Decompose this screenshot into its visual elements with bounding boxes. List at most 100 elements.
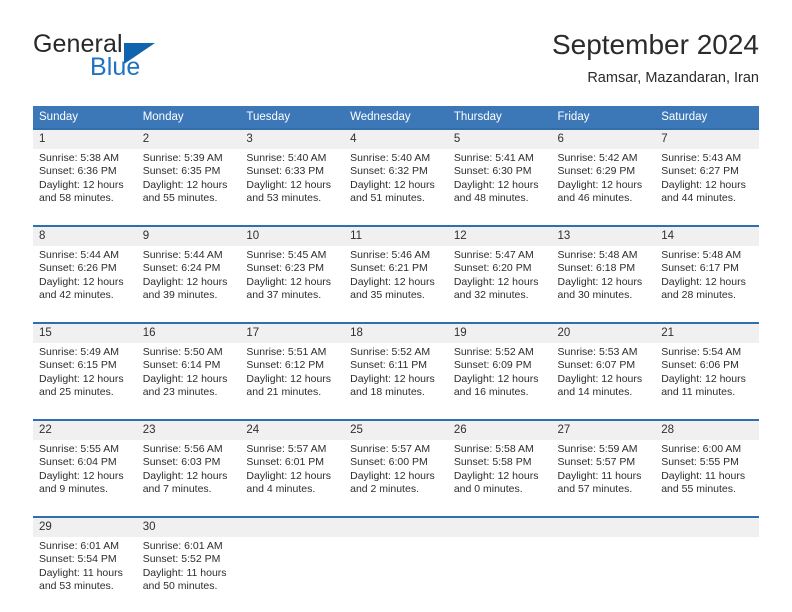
day-cell[interactable]: Sunrise: 5:46 AM Sunset: 6:21 PM Dayligh… xyxy=(344,246,448,313)
day-number: 13 xyxy=(551,225,656,246)
day-cell[interactable]: Sunrise: 5:49 AM Sunset: 6:15 PM Dayligh… xyxy=(33,343,137,410)
day-cell[interactable]: Sunrise: 5:44 AM Sunset: 6:24 PM Dayligh… xyxy=(136,246,241,313)
daylight-text-cont: and 7 minutes. xyxy=(142,483,212,496)
day-number-empty xyxy=(551,516,656,537)
week-1-details: Sunrise: 5:38 AM Sunset: 6:36 PM Dayligh… xyxy=(33,149,759,216)
daylight-text: Daylight: 11 hours xyxy=(142,566,227,579)
day-cell[interactable]: Sunrise: 6:01 AM Sunset: 5:54 PM Dayligh… xyxy=(33,537,137,604)
daylight-text: Daylight: 12 hours xyxy=(350,372,435,385)
day-cell[interactable]: Sunrise: 5:54 AM Sunset: 6:06 PM Dayligh… xyxy=(655,343,759,410)
day-number-empty xyxy=(344,516,448,537)
day-number-empty xyxy=(655,516,759,537)
daylight-text: Daylight: 12 hours xyxy=(246,372,332,385)
day-cell[interactable]: Sunrise: 5:48 AM Sunset: 6:17 PM Dayligh… xyxy=(655,246,759,313)
day-cell[interactable]: Sunrise: 5:42 AM Sunset: 6:29 PM Dayligh… xyxy=(551,149,656,216)
general-blue-logo[interactable]: General Blue xyxy=(33,30,253,92)
week-2-details: Sunrise: 5:44 AM Sunset: 6:26 PM Dayligh… xyxy=(33,246,759,313)
day-number-empty xyxy=(447,516,552,537)
day-cell[interactable]: Sunrise: 5:50 AM Sunset: 6:14 PM Dayligh… xyxy=(136,343,241,410)
day-cell[interactable]: Sunrise: 6:01 AM Sunset: 5:52 PM Dayligh… xyxy=(136,537,241,604)
day-number: 16 xyxy=(136,322,241,343)
day-cell[interactable]: Sunrise: 5:56 AM Sunset: 6:03 PM Dayligh… xyxy=(136,440,241,507)
weekday-header-tuesday: Tuesday xyxy=(240,106,345,129)
sunset-text: Sunset: 5:58 PM xyxy=(453,456,532,469)
day-cell[interactable]: Sunrise: 5:53 AM Sunset: 6:07 PM Dayligh… xyxy=(551,343,656,410)
day-number: 25 xyxy=(344,419,448,440)
daylight-text: Daylight: 12 hours xyxy=(142,275,228,288)
sunrise-text: Sunrise: 5:48 AM xyxy=(557,249,638,261)
day-cell[interactable]: Sunrise: 5:44 AM Sunset: 6:26 PM Dayligh… xyxy=(33,246,137,313)
sunrise-text: Sunrise: 5:52 AM xyxy=(350,346,431,358)
daylight-text: Daylight: 12 hours xyxy=(557,178,643,191)
sunrise-text: Sunrise: 6:00 AM xyxy=(661,443,742,455)
day-number: 8 xyxy=(33,225,137,246)
day-number: 26 xyxy=(447,419,552,440)
day-cell[interactable]: Sunrise: 5:52 AM Sunset: 6:11 PM Dayligh… xyxy=(344,343,448,410)
day-cell[interactable]: Sunrise: 5:47 AM Sunset: 6:20 PM Dayligh… xyxy=(447,246,552,313)
day-cell[interactable]: Sunrise: 5:57 AM Sunset: 6:01 PM Dayligh… xyxy=(240,440,345,507)
sunrise-text: Sunrise: 5:51 AM xyxy=(246,346,327,358)
daylight-text: Daylight: 12 hours xyxy=(453,178,539,191)
daylight-text: Daylight: 12 hours xyxy=(246,469,332,482)
sunset-text: Sunset: 6:21 PM xyxy=(350,262,428,275)
daylight-text: Daylight: 12 hours xyxy=(39,469,124,482)
sunrise-text: Sunrise: 5:43 AM xyxy=(661,152,742,164)
sunrise-text: Sunrise: 5:41 AM xyxy=(453,152,534,164)
daylight-text-cont: and 28 minutes. xyxy=(661,289,736,302)
sunrise-text: Sunrise: 5:52 AM xyxy=(453,346,534,358)
location-subtitle: Ramsar, Mazandaran, Iran xyxy=(587,70,759,86)
day-cell[interactable]: Sunrise: 5:58 AM Sunset: 5:58 PM Dayligh… xyxy=(447,440,552,507)
daylight-text: Daylight: 12 hours xyxy=(453,372,539,385)
daylight-text-cont: and 2 minutes. xyxy=(350,483,419,496)
weekday-header-sunday: Sunday xyxy=(33,106,137,129)
sunrise-sunset-calendar: Sunday Monday Tuesday Wednesday Thursday… xyxy=(33,106,759,604)
daylight-text-cont: and 42 minutes. xyxy=(39,289,114,302)
sunset-text: Sunset: 6:00 PM xyxy=(350,456,428,469)
day-cell-empty xyxy=(447,537,552,604)
daylight-text: Daylight: 12 hours xyxy=(661,275,746,288)
daylight-text-cont: and 44 minutes. xyxy=(661,192,736,205)
day-number: 27 xyxy=(551,419,656,440)
day-cell[interactable]: Sunrise: 5:55 AM Sunset: 6:04 PM Dayligh… xyxy=(33,440,137,507)
week-5-details: Sunrise: 6:01 AM Sunset: 5:54 PM Dayligh… xyxy=(33,537,759,604)
week-3-daynumbers: 15 16 17 18 19 20 21 xyxy=(33,322,759,343)
week-3-details: Sunrise: 5:49 AM Sunset: 6:15 PM Dayligh… xyxy=(33,343,759,410)
day-cell[interactable]: Sunrise: 5:52 AM Sunset: 6:09 PM Dayligh… xyxy=(447,343,552,410)
day-cell[interactable]: Sunrise: 5:48 AM Sunset: 6:18 PM Dayligh… xyxy=(551,246,656,313)
day-cell[interactable]: Sunrise: 5:40 AM Sunset: 6:33 PM Dayligh… xyxy=(240,149,345,216)
day-cell[interactable]: Sunrise: 5:40 AM Sunset: 6:32 PM Dayligh… xyxy=(344,149,448,216)
daylight-text-cont: and 35 minutes. xyxy=(350,289,425,302)
sunset-text: Sunset: 6:15 PM xyxy=(39,359,117,372)
daylight-text-cont: and 51 minutes. xyxy=(350,192,425,205)
sunrise-text: Sunrise: 5:59 AM xyxy=(557,443,638,455)
daylight-text-cont: and 21 minutes. xyxy=(246,386,322,399)
day-cell[interactable]: Sunrise: 6:00 AM Sunset: 5:55 PM Dayligh… xyxy=(655,440,759,507)
day-number: 17 xyxy=(240,322,345,343)
week-5-daynumbers: 29 30 xyxy=(33,516,759,537)
day-number: 4 xyxy=(344,128,448,149)
daylight-text: Daylight: 12 hours xyxy=(661,178,746,191)
weekday-header-monday: Monday xyxy=(136,106,241,129)
day-cell-empty xyxy=(344,537,448,604)
day-cell[interactable]: Sunrise: 5:43 AM Sunset: 6:27 PM Dayligh… xyxy=(655,149,759,216)
sunset-text: Sunset: 6:18 PM xyxy=(557,262,636,275)
daylight-text: Daylight: 12 hours xyxy=(142,372,228,385)
day-cell[interactable]: Sunrise: 5:45 AM Sunset: 6:23 PM Dayligh… xyxy=(240,246,345,313)
day-cell[interactable]: Sunrise: 5:51 AM Sunset: 6:12 PM Dayligh… xyxy=(240,343,345,410)
day-cell[interactable]: Sunrise: 5:41 AM Sunset: 6:30 PM Dayligh… xyxy=(447,149,552,216)
daylight-text: Daylight: 12 hours xyxy=(350,469,435,482)
sunrise-text: Sunrise: 5:54 AM xyxy=(661,346,742,358)
week-2-daynumbers: 8 9 10 11 12 13 14 xyxy=(33,225,759,246)
sunrise-text: Sunrise: 5:55 AM xyxy=(39,443,119,455)
sunset-text: Sunset: 6:33 PM xyxy=(246,165,325,178)
day-cell[interactable]: Sunrise: 5:59 AM Sunset: 5:57 PM Dayligh… xyxy=(551,440,656,507)
sunrise-text: Sunrise: 5:49 AM xyxy=(39,346,119,358)
day-cell[interactable]: Sunrise: 5:39 AM Sunset: 6:35 PM Dayligh… xyxy=(136,149,241,216)
page-header: General Blue September 2024 Ramsar, Maza… xyxy=(33,29,759,96)
day-cell[interactable]: Sunrise: 5:38 AM Sunset: 6:36 PM Dayligh… xyxy=(33,149,137,216)
day-number-empty xyxy=(240,516,345,537)
daylight-text-cont: and 0 minutes. xyxy=(453,483,523,496)
day-cell[interactable]: Sunrise: 5:57 AM Sunset: 6:00 PM Dayligh… xyxy=(344,440,448,507)
sunset-text: Sunset: 6:20 PM xyxy=(453,262,532,275)
calendar-header-row: Sunday Monday Tuesday Wednesday Thursday… xyxy=(33,106,759,129)
